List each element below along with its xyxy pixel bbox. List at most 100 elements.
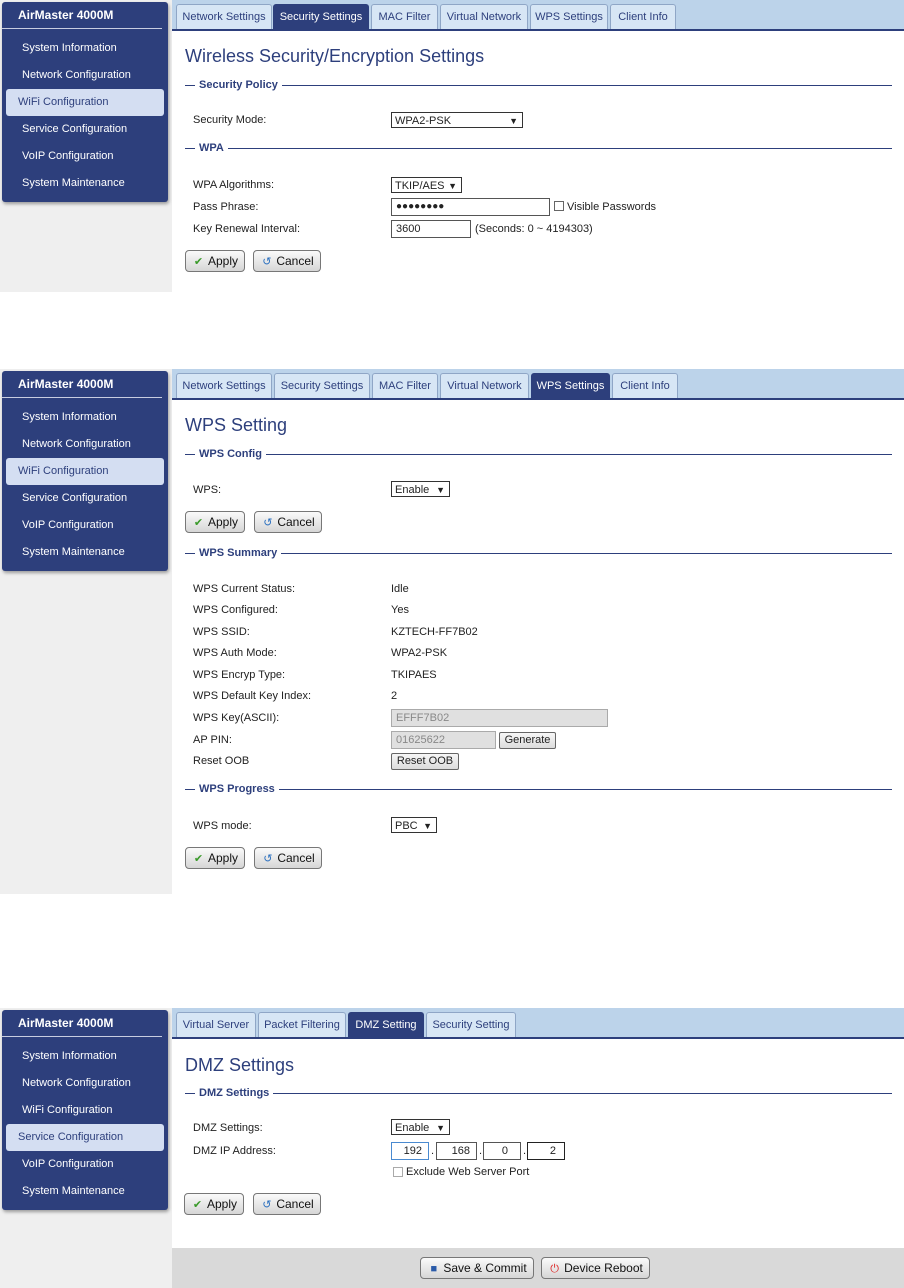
sidebar-item-network-configuration[interactable]: Network Configuration — [6, 62, 164, 89]
apply-label: Apply — [207, 515, 239, 529]
cancel-button[interactable]: ↺ Cancel — [254, 847, 322, 869]
sidebar-item-network-configuration[interactable]: Network Configuration — [6, 1070, 164, 1097]
dmz-ip-octet-4[interactable]: 2 — [527, 1142, 565, 1160]
section-wps-summary: WPS Summary — [185, 546, 892, 560]
chevron-down-icon: ▼ — [436, 485, 445, 495]
sidebar-item-voip-configuration[interactable]: VoIP Configuration — [6, 512, 164, 539]
tab-virtual-network[interactable]: Virtual Network — [440, 373, 529, 398]
ip-separator: . — [523, 1145, 527, 1157]
tab-security-setting[interactable]: Security Setting — [426, 1012, 516, 1037]
sidebar-item-service-configuration[interactable]: Service Configuration — [6, 116, 164, 143]
wps-mode-label: WPS mode: — [193, 820, 252, 832]
cancel-label: Cancel — [277, 851, 315, 865]
tab-network-settings[interactable]: Network Settings — [176, 373, 272, 398]
tab-network-settings[interactable]: Network Settings — [176, 4, 272, 29]
floppy-disk-icon: ■ — [430, 1263, 438, 1275]
key-renewal-label: Key Renewal Interval: — [193, 223, 300, 235]
section-divider — [185, 148, 892, 149]
brand-title: AirMaster 4000M — [2, 1010, 162, 1037]
dmz-ip-octet-3[interactable]: 0 — [483, 1142, 521, 1160]
sidebar-item-system-maintenance[interactable]: System Maintenance — [6, 539, 164, 566]
dmz-ip-octet-2[interactable]: 168 — [436, 1142, 477, 1160]
ap-pin-label: AP PIN: — [193, 734, 232, 746]
wps-mode-value: PBC — [395, 820, 418, 832]
tab-mac-filter[interactable]: MAC Filter — [372, 373, 438, 398]
sidebar-item-wifi-configuration[interactable]: WiFi Configuration — [6, 1097, 164, 1124]
apply-button[interactable]: ✔ Apply — [185, 250, 245, 272]
summary-label: WPS Default Key Index: — [193, 690, 311, 702]
undo-icon: ↺ — [262, 256, 272, 268]
key-renewal-hint: (Seconds: 0 ~ 4194303) — [475, 223, 593, 235]
checkmark-icon: ✔ — [193, 256, 204, 268]
save-commit-label: Save & Commit — [443, 1261, 527, 1275]
cancel-button[interactable]: ↺ Cancel — [254, 511, 322, 533]
apply-label: Apply — [207, 254, 239, 268]
wpa-algorithms-select[interactable]: TKIP/AES ▼ — [391, 177, 462, 193]
ip-separator: . — [479, 1145, 483, 1157]
tab-wps-settings[interactable]: WPS Settings — [531, 373, 610, 398]
apply-button[interactable]: ✔ Apply — [184, 1193, 244, 1215]
wps-enable-select[interactable]: Enable ▼ — [391, 481, 450, 497]
section-divider — [185, 454, 892, 455]
section-security-policy: Security Policy — [185, 78, 892, 92]
sidebar-item-voip-configuration[interactable]: VoIP Configuration — [6, 143, 164, 170]
sidebar-item-wifi-configuration[interactable]: WiFi Configuration — [6, 458, 164, 485]
sidebar-item-service-configuration[interactable]: Service Configuration — [6, 1124, 164, 1151]
tab-packet-filtering[interactable]: Packet Filtering — [258, 1012, 346, 1037]
summary-label: WPS SSID: — [193, 626, 250, 638]
sidebar-item-system-maintenance[interactable]: System Maintenance — [6, 170, 164, 197]
checkmark-icon: ✔ — [193, 853, 204, 865]
tab-dmz-setting[interactable]: DMZ Setting — [348, 1012, 424, 1037]
section-title: WPS Summary — [195, 546, 282, 560]
cancel-button[interactable]: ↺ Cancel — [253, 250, 321, 272]
wps-settings-screen: AirMaster 4000M System Information Netwo… — [0, 369, 904, 894]
sidebar-item-voip-configuration[interactable]: VoIP Configuration — [6, 1151, 164, 1178]
device-reboot-label: Device Reboot — [564, 1261, 643, 1275]
sidebar-item-system-information[interactable]: System Information — [6, 1043, 164, 1070]
security-mode-select[interactable]: WPA2-PSK ▼ — [391, 112, 523, 128]
reset-oob-button[interactable]: Reset OOB — [391, 753, 459, 770]
summary-label: WPS Encryp Type: — [193, 669, 286, 681]
tab-security-settings[interactable]: Security Settings — [274, 373, 370, 398]
generate-button[interactable]: Generate — [499, 732, 556, 749]
sidebar-item-wifi-configuration[interactable]: WiFi Configuration — [6, 89, 164, 116]
cancel-button[interactable]: ↺ Cancel — [253, 1193, 321, 1215]
brand-title: AirMaster 4000M — [2, 371, 162, 398]
section-title: WPA — [195, 141, 228, 155]
pass-phrase-input[interactable]: ●●●●●●●● — [391, 198, 550, 216]
sidebar-item-service-configuration[interactable]: Service Configuration — [6, 485, 164, 512]
sidebar-item-system-information[interactable]: System Information — [6, 404, 164, 431]
sidebar: AirMaster 4000M System Information Netwo… — [2, 1010, 168, 1210]
section-wpa: WPA — [185, 141, 892, 155]
visible-passwords-checkbox[interactable] — [554, 201, 564, 211]
tab-virtual-server[interactable]: Virtual Server — [176, 1012, 256, 1037]
save-commit-button[interactable]: ■ Save & Commit — [420, 1257, 534, 1279]
chevron-down-icon: ▼ — [423, 821, 432, 831]
security-mode-label: Security Mode: — [193, 114, 267, 126]
dmz-enable-select[interactable]: Enable ▼ — [391, 1119, 450, 1135]
wps-mode-select[interactable]: PBC ▼ — [391, 817, 437, 833]
tab-security-settings[interactable]: Security Settings — [273, 4, 369, 29]
summary-value: TKIPAES — [391, 669, 437, 681]
tab-client-info[interactable]: Client Info — [610, 4, 676, 29]
exclude-web-port-checkbox[interactable] — [393, 1167, 403, 1177]
device-reboot-button[interactable]: ⏻ Device Reboot — [541, 1257, 650, 1279]
tab-client-info[interactable]: Client Info — [612, 373, 678, 398]
key-renewal-input[interactable]: 3600 — [391, 220, 471, 238]
tab-wps-settings[interactable]: WPS Settings — [530, 4, 608, 29]
sidebar-item-network-configuration[interactable]: Network Configuration — [6, 431, 164, 458]
tab-virtual-network[interactable]: Virtual Network — [440, 4, 528, 29]
pass-phrase-label: Pass Phrase: — [193, 201, 259, 213]
page-title: DMZ Settings — [185, 1055, 295, 1075]
dmz-settings-screen: AirMaster 4000M System Information Netwo… — [0, 1008, 904, 1288]
security-settings-screen: AirMaster 4000M System Information Netwo… — [0, 0, 904, 292]
dmz-ip-octet-1[interactable]: 192 — [391, 1142, 429, 1160]
chevron-down-icon: ▼ — [509, 116, 518, 126]
tab-mac-filter[interactable]: MAC Filter — [371, 4, 438, 29]
cancel-label: Cancel — [276, 1197, 314, 1211]
sidebar-item-system-maintenance[interactable]: System Maintenance — [6, 1178, 164, 1205]
apply-button[interactable]: ✔ Apply — [185, 511, 245, 533]
section-divider — [185, 553, 892, 554]
apply-button[interactable]: ✔ Apply — [185, 847, 245, 869]
sidebar-item-system-information[interactable]: System Information — [6, 35, 164, 62]
